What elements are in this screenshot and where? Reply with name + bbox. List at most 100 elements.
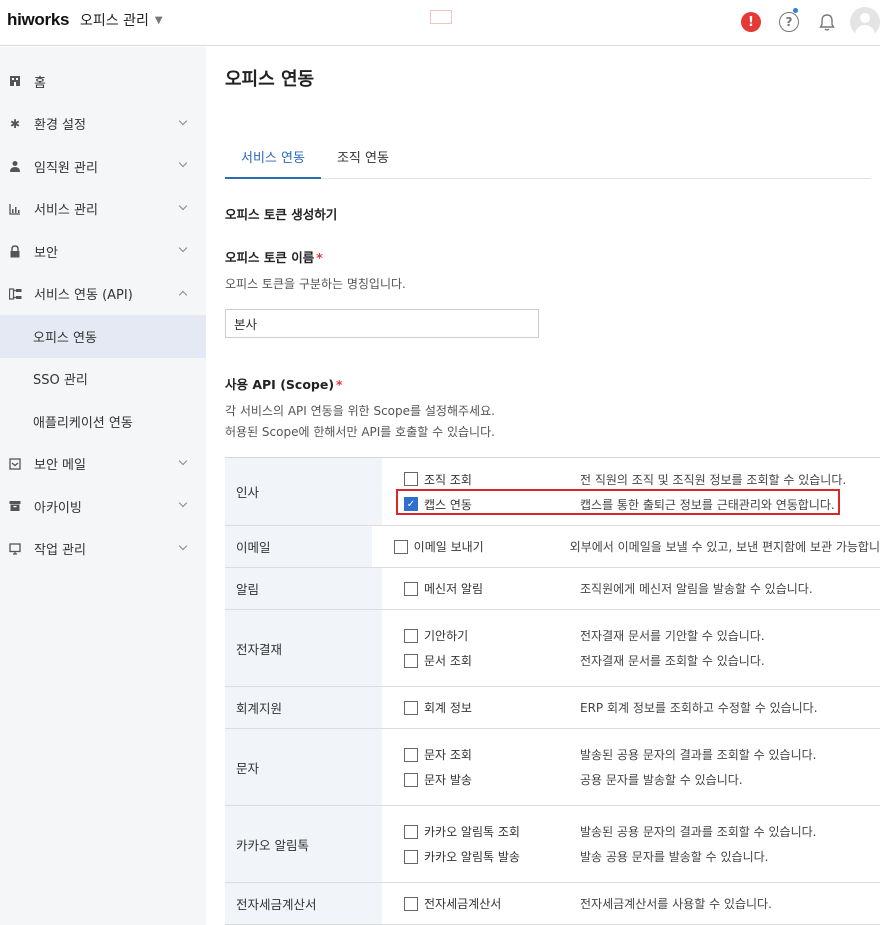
placeholder-box xyxy=(430,10,452,24)
scope-item: 기안하기 전자결재 문서를 기안할 수 있습니다. xyxy=(382,623,880,648)
scope-item-description: 조직원에게 메신저 알림을 발송할 수 있습니다. xyxy=(580,582,813,596)
required-mark: * xyxy=(316,250,323,265)
token-name-label: 오피스 토큰 이름 * xyxy=(225,247,323,266)
scope-items: 전자세금계산서 전자세금계산서를 사용할 수 있습니다. xyxy=(382,883,880,924)
scope-items: 기안하기 전자결재 문서를 기안할 수 있습니다. 문서 조회 전자결재 문서를 조회… xyxy=(382,610,880,686)
scope-item: 메신저 알림 조직원에게 메신저 알림을 발송할 수 있습니다. xyxy=(382,576,880,601)
scope-checkbox[interactable] xyxy=(393,539,408,554)
scope-category: 카카오 알림톡 xyxy=(225,806,382,882)
sidebar-item-secure-mail[interactable]: 보안 메일 xyxy=(0,443,206,486)
scope-item-name[interactable]: 문서 조회 xyxy=(424,652,580,669)
scope-item: 문자 조회 발송된 공용 문자의 결과를 조회할 수 있습니다. xyxy=(382,742,880,767)
scope-category: 전자세금계산서 xyxy=(225,883,382,924)
scope-description: 각 서비스의 API 연동을 위한 Scope를 설정해주세요. 허용된 Sco… xyxy=(225,401,495,443)
scope-checkbox-checked[interactable]: ✓ xyxy=(404,497,418,511)
home-icon xyxy=(8,74,22,88)
caret-down-icon: ▼ xyxy=(154,14,163,26)
scope-item-name[interactable]: 카카오 알림톡 조회 xyxy=(424,823,580,840)
sidebar: 홈 ✱ 환경 설정 임직원 관리 서비스 관리 보안 서비스 연동 (API) … xyxy=(0,47,206,925)
archive-icon xyxy=(8,499,22,513)
scope-category: 알림 xyxy=(225,568,382,609)
required-mark: * xyxy=(336,377,343,392)
scope-item-name[interactable]: 조직 조회 xyxy=(424,471,580,488)
scope-item-name[interactable]: 캡스 연동 xyxy=(424,496,580,513)
scope-checkbox[interactable] xyxy=(404,628,418,643)
app-logo[interactable]: hiworks xyxy=(7,10,69,30)
scope-item-description: 외부에서 이메일을 보낼 수 있고, 보낸 편지함에 보관 가능합니 xyxy=(569,540,880,554)
help-icon: ? xyxy=(779,12,799,32)
office-menu-dropdown[interactable]: 오피스 관리 ▼ xyxy=(80,10,163,30)
sidebar-subitem-label: 오피스 연동 xyxy=(33,330,97,346)
scope-checkbox[interactable] xyxy=(404,747,418,762)
scope-item-name[interactable]: 전자세금계산서 xyxy=(424,895,580,912)
sidebar-item-label: 보안 xyxy=(34,245,58,261)
alert-button[interactable]: ! xyxy=(732,6,770,38)
user-avatar[interactable] xyxy=(850,7,880,37)
sidebar-subitem-sso[interactable]: SSO 관리 xyxy=(0,358,206,401)
scope-row: 카카오 알림톡 카카오 알림톡 조회 발송된 공용 문자의 결과를 조회할 수 있습… xyxy=(225,806,880,883)
bell-button[interactable] xyxy=(808,6,846,38)
scope-item-description: 발송된 공용 문자의 결과를 조회할 수 있습니다. xyxy=(580,748,817,762)
scope-row: 전자결재 기안하기 전자결재 문서를 기안할 수 있습니다. 문서 조회 전자결재 문서… xyxy=(225,610,880,687)
scope-item: 회계 정보 ERP 회계 정보를 조회하고 수정할 수 있습니다. xyxy=(382,695,880,720)
scope-item-name[interactable]: 회계 정보 xyxy=(424,699,580,716)
scope-checkbox[interactable] xyxy=(404,653,418,668)
sidebar-item-label: 환경 설정 xyxy=(34,118,86,134)
scope-checkbox[interactable] xyxy=(404,772,418,787)
scope-checkbox[interactable] xyxy=(404,472,418,486)
sidebar-item-task-management[interactable]: 작업 관리 xyxy=(0,528,206,571)
scope-item-name[interactable]: 문자 조회 xyxy=(424,746,580,763)
tab-service-integration[interactable]: 서비스 연동 xyxy=(225,143,321,179)
chevron-down-icon xyxy=(178,116,188,125)
scope-items: 메신저 알림 조직원에게 메신저 알림을 발송할 수 있습니다. xyxy=(382,568,880,609)
sidebar-item-label: 서비스 연동 (API) xyxy=(34,288,133,304)
notification-dot xyxy=(793,8,798,13)
tab-org-integration[interactable]: 조직 연동 xyxy=(321,143,405,179)
chevron-down-icon xyxy=(178,158,188,168)
scope-category: 문자 xyxy=(225,729,382,805)
scope-row: 이메일 이메일 보내기 외부에서 이메일을 보낼 수 있고, 보낸 편지함에 보관 … xyxy=(225,526,880,568)
chevron-down-icon xyxy=(178,201,188,210)
chevron-down-icon xyxy=(178,541,188,550)
chevron-down-icon xyxy=(178,456,188,465)
sidebar-item-service-management[interactable]: 서비스 관리 xyxy=(0,188,206,231)
scope-row: 알림 메신저 알림 조직원에게 메신저 알림을 발송할 수 있습니다. xyxy=(225,568,880,610)
sidebar-item-settings[interactable]: ✱ 환경 설정 xyxy=(0,103,206,146)
scope-checkbox[interactable] xyxy=(404,824,418,839)
scope-item-name[interactable]: 메신저 알림 xyxy=(424,580,580,597)
sidebar-item-service-api[interactable]: 서비스 연동 (API) xyxy=(0,273,206,316)
scope-item: 문자 발송 공용 문자를 발송할 수 있습니다. xyxy=(382,767,880,792)
scope-item-name[interactable]: 이메일 보내기 xyxy=(414,538,570,555)
scope-row: 문자 문자 조회 발송된 공용 문자의 결과를 조회할 수 있습니다. 문자 발송 공용… xyxy=(225,729,880,806)
help-button[interactable]: ? xyxy=(770,6,808,38)
sidebar-subitem-app-integration[interactable]: 애플리케이션 연동 xyxy=(0,400,206,443)
scope-item: 문서 조회 전자결재 문서를 조회할 수 있습니다. xyxy=(382,648,880,673)
alert-icon: ! xyxy=(741,12,761,32)
scope-items: 문자 조회 발송된 공용 문자의 결과를 조회할 수 있습니다. 문자 발송 공용 문… xyxy=(382,729,880,805)
gear-icon: ✱ xyxy=(9,116,21,131)
token-name-input[interactable] xyxy=(225,309,539,338)
token-name-label-text: 오피스 토큰 이름 xyxy=(225,250,315,265)
sidebar-item-home[interactable]: 홈 xyxy=(0,60,206,103)
sidebar-item-label: 임직원 관리 xyxy=(34,160,98,176)
scope-item-name[interactable]: 기안하기 xyxy=(424,627,580,644)
scope-checkbox[interactable] xyxy=(404,896,418,911)
scope-category: 전자결재 xyxy=(225,610,382,686)
mail-icon xyxy=(8,457,22,471)
scope-checkbox[interactable] xyxy=(404,700,418,715)
scope-item: 카카오 알림톡 조회 발송된 공용 문자의 결과를 조회할 수 있습니다. xyxy=(382,819,880,844)
sidebar-item-employees[interactable]: 임직원 관리 xyxy=(0,145,206,188)
lock-icon xyxy=(8,244,22,258)
sidebar-item-archiving[interactable]: 아카이빙 xyxy=(0,485,206,528)
sidebar-item-security[interactable]: 보안 xyxy=(0,230,206,273)
scope-row: 인사 조직 조회 전 직원의 조직 및 조직원 정보를 조회할 수 있습니다. ✓ 캡스… xyxy=(225,458,880,526)
scope-item-name[interactable]: 카카오 알림톡 발송 xyxy=(424,848,580,865)
scope-item-name[interactable]: 문자 발송 xyxy=(424,771,580,788)
sidebar-subitem-label: 애플리케이션 연동 xyxy=(33,415,133,431)
sidebar-subitem-office-integration[interactable]: 오피스 연동 xyxy=(0,315,206,358)
scope-checkbox[interactable] xyxy=(404,581,418,596)
scope-items: 조직 조회 전 직원의 조직 및 조직원 정보를 조회할 수 있습니다. ✓ 캡스 연… xyxy=(382,458,880,525)
chevron-down-icon xyxy=(178,498,188,508)
scope-category: 인사 xyxy=(225,458,382,525)
scope-checkbox[interactable] xyxy=(404,849,418,864)
